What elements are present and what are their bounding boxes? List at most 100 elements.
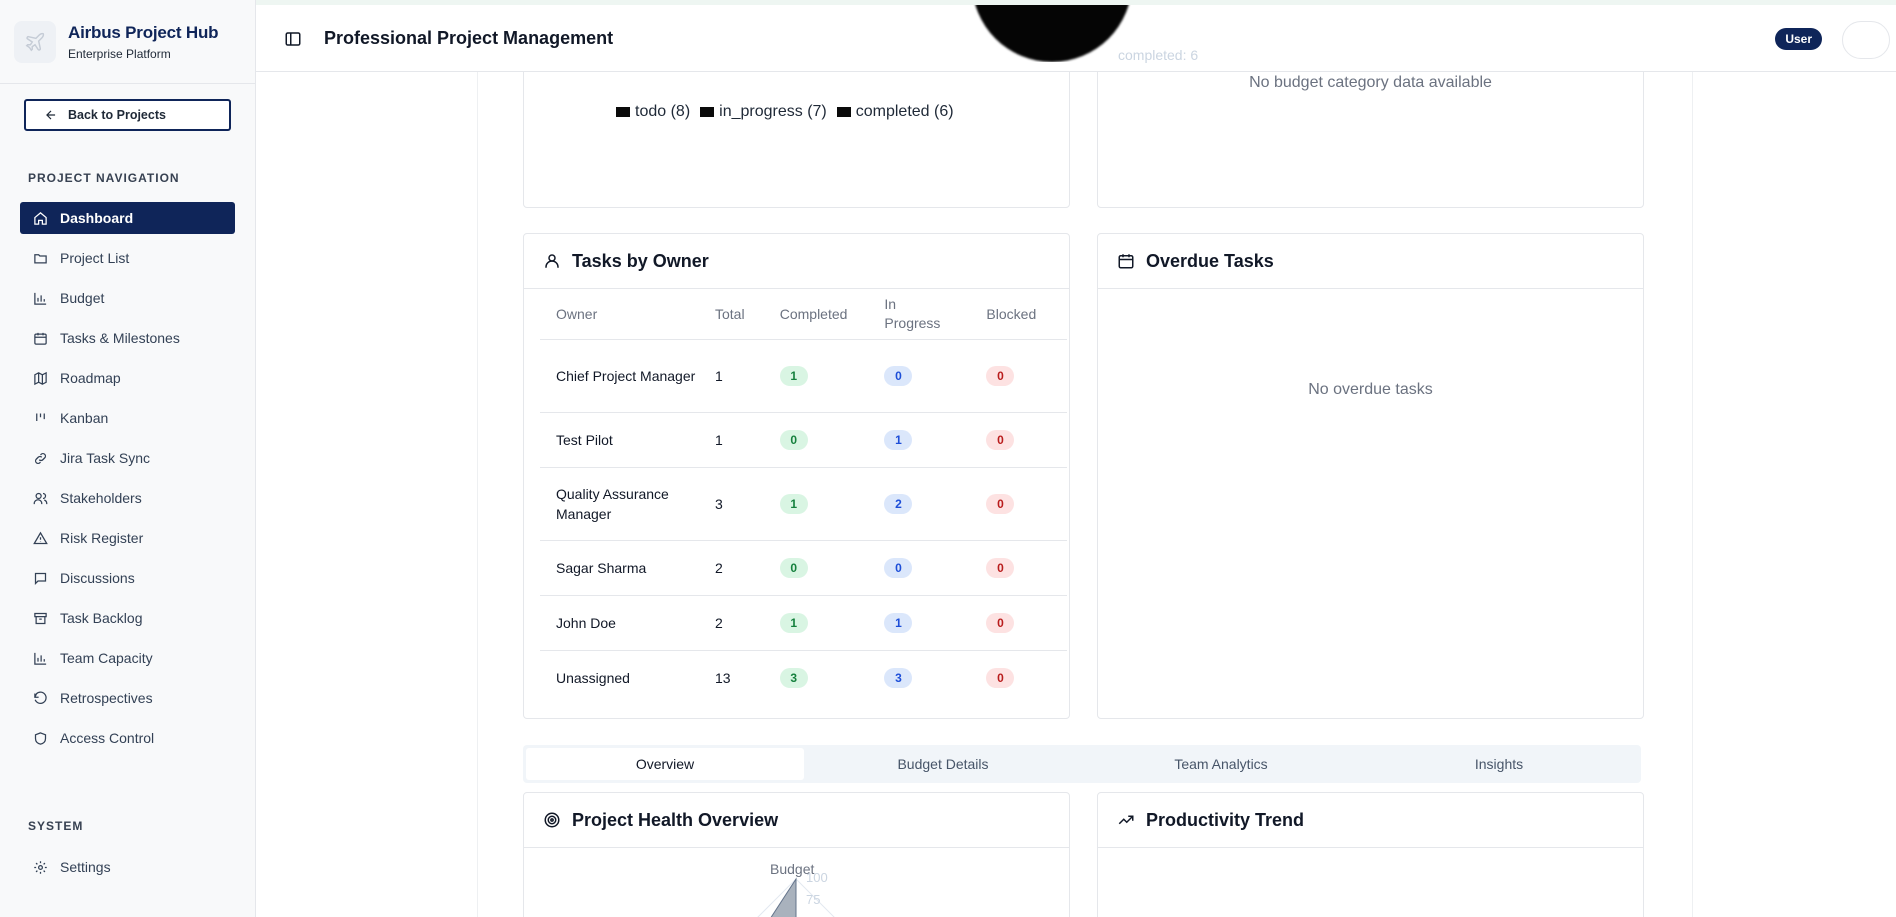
sidebar-item-stakeholders[interactable]: Stakeholders (20, 482, 235, 514)
column-header: Owner (540, 290, 699, 340)
sidebar-item-kanban[interactable]: Kanban (20, 402, 235, 434)
sidebar-item-team-capacity[interactable]: Team Capacity (20, 642, 235, 674)
sidebar: Airbus Project Hub Enterprise Platform B… (0, 0, 256, 917)
health-radar-chart: 100 75 Budget (524, 849, 1069, 917)
sidebar-item-tasks-milestones[interactable]: Tasks & Milestones (20, 322, 235, 354)
link-icon (32, 450, 48, 466)
bar-chart-icon (32, 650, 48, 666)
sidebar-item-budget[interactable]: Budget (20, 282, 235, 314)
sidebar-item-task-backlog[interactable]: Task Backlog (20, 602, 235, 634)
legend-label: completed (6) (855, 103, 954, 120)
calendar-icon (1116, 251, 1136, 271)
sidebar-item-jira-task-sync[interactable]: Jira Task Sync (20, 442, 235, 474)
owner-name: Chief Project Manager (540, 339, 699, 413)
shield-icon (32, 730, 48, 746)
column-header: Blocked (970, 290, 1067, 340)
home-icon (32, 210, 48, 226)
owner-name: Unassigned (556, 669, 630, 686)
in-progress-badge: 1 (884, 613, 913, 633)
table-header-row: Owner Total Completed In Progress Blocke… (540, 290, 1067, 340)
table-row: Sagar Sharma 2 0 0 0 (540, 540, 1067, 596)
completed-badge: 1 (779, 366, 808, 386)
legend-swatch (700, 107, 715, 117)
in-progress-badge: 0 (884, 558, 913, 578)
brand-subtitle: Enterprise Platform (68, 46, 171, 61)
sidebar-item-risk-register[interactable]: Risk Register (20, 522, 235, 554)
blocked-badge: 0 (986, 430, 1015, 450)
sidebar-item-access-control[interactable]: Access Control (20, 722, 235, 754)
legend-item-todo[interactable]: todo (8) (616, 103, 690, 121)
target-icon (542, 810, 562, 830)
column-header: In Progress (868, 290, 971, 340)
sidebar-item-label: Retrospectives (60, 690, 153, 706)
sidebar-item-roadmap[interactable]: Roadmap (20, 362, 235, 394)
sidebar-item-project-list[interactable]: Project List (20, 242, 235, 274)
card-header: Project Health Overview (524, 793, 1069, 848)
legend-swatch (616, 107, 630, 117)
legend-label: todo (8) (635, 103, 691, 120)
legend-item-completed[interactable]: completed (6) (836, 103, 954, 121)
sidebar-item-label: Project List (60, 250, 130, 266)
card-title: Overdue Tasks (1146, 250, 1274, 271)
archive-icon (32, 610, 48, 626)
budget-category-card: No budget category data available (1097, 62, 1644, 208)
user-icon (542, 251, 562, 271)
sidebar-item-label: Task Backlog (60, 610, 143, 626)
radar-area (770, 877, 797, 917)
legend-item-in-progress[interactable]: in_progress (7) (700, 103, 827, 121)
sidebar-item-label: Access Control (60, 730, 155, 746)
table-row: Unassigned 13 3 3 0 (540, 650, 1067, 705)
sidebar-item-label: Team Capacity (60, 650, 153, 666)
radar-tick-label: 75 (806, 892, 820, 907)
task-status-card: todo (8) in_progress (7) completed (6) (523, 62, 1070, 208)
warning-icon (32, 530, 48, 546)
sidebar-item-settings[interactable]: Settings (20, 851, 235, 883)
sidebar-toggle-icon[interactable] (284, 30, 302, 48)
pie-label: completed: 6 (1118, 47, 1199, 63)
owners-table: Owner Total Completed In Progress Blocke… (540, 290, 1067, 705)
page-title: Professional Project Management (324, 28, 614, 48)
card-title: Tasks by Owner (572, 250, 709, 271)
sidebar-item-dashboard[interactable]: Dashboard (20, 202, 235, 234)
tab-insights[interactable]: Insights (1360, 748, 1638, 780)
in-progress-badge: 3 (884, 668, 913, 689)
back-to-projects-button[interactable]: Back to Projects (24, 99, 231, 131)
folder-icon (32, 250, 48, 266)
kanban-icon (32, 410, 48, 426)
status-legend: todo (8) in_progress (7) completed (6) (616, 103, 964, 121)
card-header: Overdue Tasks (1098, 234, 1643, 289)
tab-budget-details[interactable]: Budget Details (804, 748, 1082, 780)
status-pie-chart-fragment (972, 5, 1132, 62)
tab-overview[interactable]: Overview (526, 748, 804, 780)
project-navigation: Dashboard Project List Budget Tasks & Mi… (20, 202, 235, 762)
avatar[interactable] (1842, 21, 1890, 59)
blocked-badge: 0 (986, 613, 1015, 633)
system-navigation: Settings (20, 851, 235, 891)
sidebar-item-label: Settings (60, 859, 111, 875)
blocked-badge: 0 (986, 494, 1015, 514)
bar-chart-icon (32, 290, 48, 306)
dashboard-tabs: Overview Budget Details Team Analytics I… (523, 745, 1641, 783)
completed-badge: 0 (779, 558, 808, 578)
message-icon (32, 570, 48, 586)
tab-team-analytics[interactable]: Team Analytics (1082, 748, 1360, 780)
budget-empty-message: No budget category data available (1249, 74, 1492, 91)
brand-title: Airbus Project Hub (68, 22, 219, 42)
completed-badge: 1 (779, 494, 808, 514)
column-header: Total (699, 290, 764, 340)
calendar-icon (32, 330, 48, 346)
legend-swatch (836, 107, 851, 117)
sidebar-item-label: Jira Task Sync (60, 450, 150, 466)
sidebar-item-discussions[interactable]: Discussions (20, 562, 235, 594)
in-progress-badge: 0 (884, 366, 913, 386)
gear-icon (32, 859, 48, 875)
productivity-trend-card: Productivity Trend (1097, 792, 1644, 917)
sidebar-item-retrospectives[interactable]: Retrospectives (20, 682, 235, 714)
top-header: Professional Project Management complete… (256, 0, 1896, 72)
owner-name: Quality Assurance Manager (540, 467, 699, 541)
blocked-badge: 0 (986, 558, 1015, 578)
card-title: Project Health Overview (572, 809, 779, 830)
pie-slice (972, 5, 1132, 62)
owner-name: Sagar Sharma (540, 540, 699, 596)
table-row: Test Pilot 1 0 1 0 (540, 412, 1067, 468)
